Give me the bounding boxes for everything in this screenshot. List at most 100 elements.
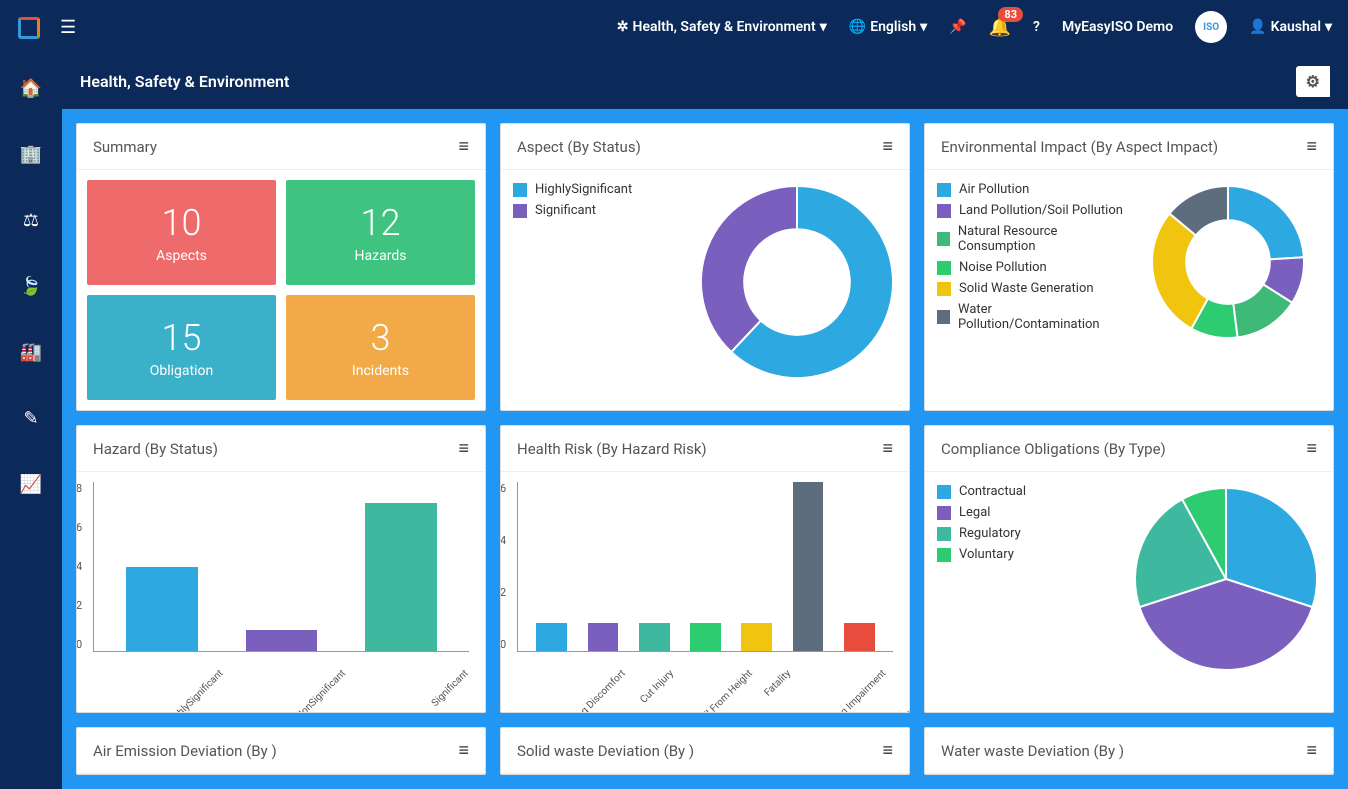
legend-item: Air Pollution <box>937 182 1124 197</box>
legend-swatch <box>937 261 951 275</box>
content: Health, Safety & Environment ⚙ Summary ≡… <box>62 54 1348 789</box>
chart-legend: Air Pollution Land Pollution/Soil Polluti… <box>937 182 1124 332</box>
legend-label: Air Pollution <box>959 182 1029 197</box>
legend-swatch <box>937 310 950 324</box>
panel-menu-icon[interactable]: ≡ <box>458 438 469 459</box>
tile-value: 12 <box>361 202 401 244</box>
panel-menu-icon[interactable]: ≡ <box>1306 438 1317 459</box>
panel-menu-icon[interactable]: ≡ <box>882 438 893 459</box>
legend-label: Natural Resource Consumption <box>958 224 1124 254</box>
module-selector[interactable]: ✲ Health, Safety & Environment ▾ <box>617 19 827 35</box>
panel-title: Hazard (By Status) <box>93 440 218 458</box>
legend-item: Contractual <box>937 484 1121 499</box>
legend-label: Land Pollution/Soil Pollution <box>959 203 1123 218</box>
legend-item: Voluntary <box>937 547 1121 562</box>
sidebar-organization[interactable]: 🏢 <box>15 138 47 170</box>
sidebar-environment[interactable]: 🍃 <box>15 270 47 302</box>
help-icon: ? <box>1033 19 1040 35</box>
legend-swatch <box>937 204 951 218</box>
hazard-status-chart: 86420HighlySignificantNonSignificantSign… <box>77 472 485 712</box>
app-logo[interactable] <box>16 15 40 39</box>
legend-label: Significant <box>535 203 596 218</box>
env-impact-chart <box>1148 182 1308 342</box>
legend-swatch <box>513 183 527 197</box>
legend-swatch <box>937 183 951 197</box>
panel-title: Aspect (By Status) <box>517 138 641 156</box>
legend-item: Natural Resource Consumption <box>937 224 1124 254</box>
tile-value: 3 <box>371 317 391 359</box>
panel-health-risk: Health Risk (By Hazard Risk) ≡ 6420Breat… <box>500 425 910 713</box>
panel-compliance: Compliance Obligations (By Type) ≡ Contr… <box>924 425 1334 713</box>
help-button[interactable]: ? <box>1033 19 1040 35</box>
summary-tile[interactable]: 15Obligation <box>87 295 276 400</box>
panel-menu-icon[interactable]: ≡ <box>882 740 893 761</box>
panel-summary: Summary ≡ 10Aspects 12 Hazards 15Obligation… <box>76 123 486 411</box>
page-header: Health, Safety & Environment ⚙ <box>62 54 1348 109</box>
panel-title: Health Risk (By Hazard Risk) <box>517 440 707 458</box>
panel-env-impact: Environmental Impact (By Aspect Impact) … <box>924 123 1334 411</box>
legend-label: Water Pollution/Contamination <box>958 302 1124 332</box>
legend-item: HighlySignificant <box>513 182 687 197</box>
legend-swatch <box>937 485 951 499</box>
panel-menu-icon[interactable]: ≡ <box>882 136 893 157</box>
module-label: Health, Safety & Environment <box>633 19 816 35</box>
sidebar-industry[interactable]: 🏭 <box>15 336 47 368</box>
caret-down-icon: ▾ <box>920 19 927 35</box>
panel-title: Solid waste Deviation (By ) <box>517 742 694 760</box>
legend-label: Noise Pollution <box>959 260 1047 275</box>
summary-tile[interactable]: 3Incidents <box>286 295 475 400</box>
sidebar-legal[interactable]: ⚖ <box>15 204 47 236</box>
sidebar-home[interactable]: 🏠 <box>15 72 47 104</box>
sidebar-edit[interactable]: ✎ <box>15 402 47 434</box>
legend-item: Land Pollution/Soil Pollution <box>937 203 1124 218</box>
chart-legend: Contractual Legal Regulatory Voluntary <box>937 484 1121 562</box>
panel-title: Environmental Impact (By Aspect Impact) <box>941 138 1218 156</box>
panel-air-emission: Air Emission Deviation (By ) ≡ <box>76 727 486 775</box>
legend-swatch <box>937 548 951 562</box>
legend-item: Noise Pollution <box>937 260 1124 275</box>
legend-label: Legal <box>959 505 990 520</box>
summary-tile[interactable]: 12 Hazards <box>286 180 475 285</box>
panel-menu-icon[interactable]: ≡ <box>458 136 469 157</box>
sidebar: 🏠 🏢 ⚖ 🍃 🏭 ✎ 📈 <box>0 54 62 767</box>
page-title: Health, Safety & Environment <box>80 72 289 91</box>
caret-down-icon: ▾ <box>1325 19 1332 35</box>
panel-title: Summary <box>93 138 157 156</box>
panel-aspect-status: Aspect (By Status) ≡ HighlySignificant Si… <box>500 123 910 411</box>
summary-tiles: 10Aspects 12 Hazards 15Obligation3Incidents <box>77 170 485 410</box>
caret-down-icon: ▾ <box>820 19 827 35</box>
gear-icon: ✲ <box>617 19 629 35</box>
user-menu[interactable]: 👤 Kaushal ▾ <box>1249 19 1332 35</box>
menu-toggle-icon[interactable]: ☰ <box>60 17 76 38</box>
legend-item: Legal <box>937 505 1121 520</box>
legend-item: Regulatory <box>937 526 1121 541</box>
page-settings-button[interactable]: ⚙ <box>1296 66 1330 97</box>
user-label: Kaushal <box>1271 19 1321 35</box>
pin-icon: 📌 <box>949 19 966 35</box>
panel-hazard-status: Hazard (By Status) ≡ 86420HighlySignific… <box>76 425 486 713</box>
tile-value: 15 <box>162 317 202 359</box>
panel-title: Water waste Deviation (By ) <box>941 742 1124 760</box>
avatar[interactable]: ISO <box>1195 11 1227 43</box>
tile-label: Hazards <box>355 248 407 264</box>
legend-label: Voluntary <box>959 547 1014 562</box>
language-selector[interactable]: 🌐 English ▾ <box>849 19 927 35</box>
legend-swatch <box>937 282 951 296</box>
summary-tile[interactable]: 10Aspects <box>87 180 276 285</box>
globe-icon: 🌐 <box>849 19 866 35</box>
panel-menu-icon[interactable]: ≡ <box>458 740 469 761</box>
sidebar-reports[interactable]: 📈 <box>15 468 47 500</box>
product-label[interactable]: MyEasyISO Demo <box>1062 19 1173 35</box>
legend-label: Contractual <box>959 484 1026 499</box>
notifications-button[interactable]: 🔔 83 <box>989 17 1011 38</box>
pin-button[interactable]: 📌 <box>949 19 966 35</box>
panel-menu-icon[interactable]: ≡ <box>1306 740 1317 761</box>
user-icon: 👤 <box>1249 19 1266 35</box>
legend-label: Solid Waste Generation <box>959 281 1094 296</box>
legend-item: Significant <box>513 203 687 218</box>
panel-water-waste: Water waste Deviation (By ) ≡ <box>924 727 1334 775</box>
notifications-badge: 83 <box>998 7 1023 22</box>
panel-title: Air Emission Deviation (By ) <box>93 742 277 760</box>
compliance-chart <box>1131 484 1321 674</box>
panel-menu-icon[interactable]: ≡ <box>1306 136 1317 157</box>
